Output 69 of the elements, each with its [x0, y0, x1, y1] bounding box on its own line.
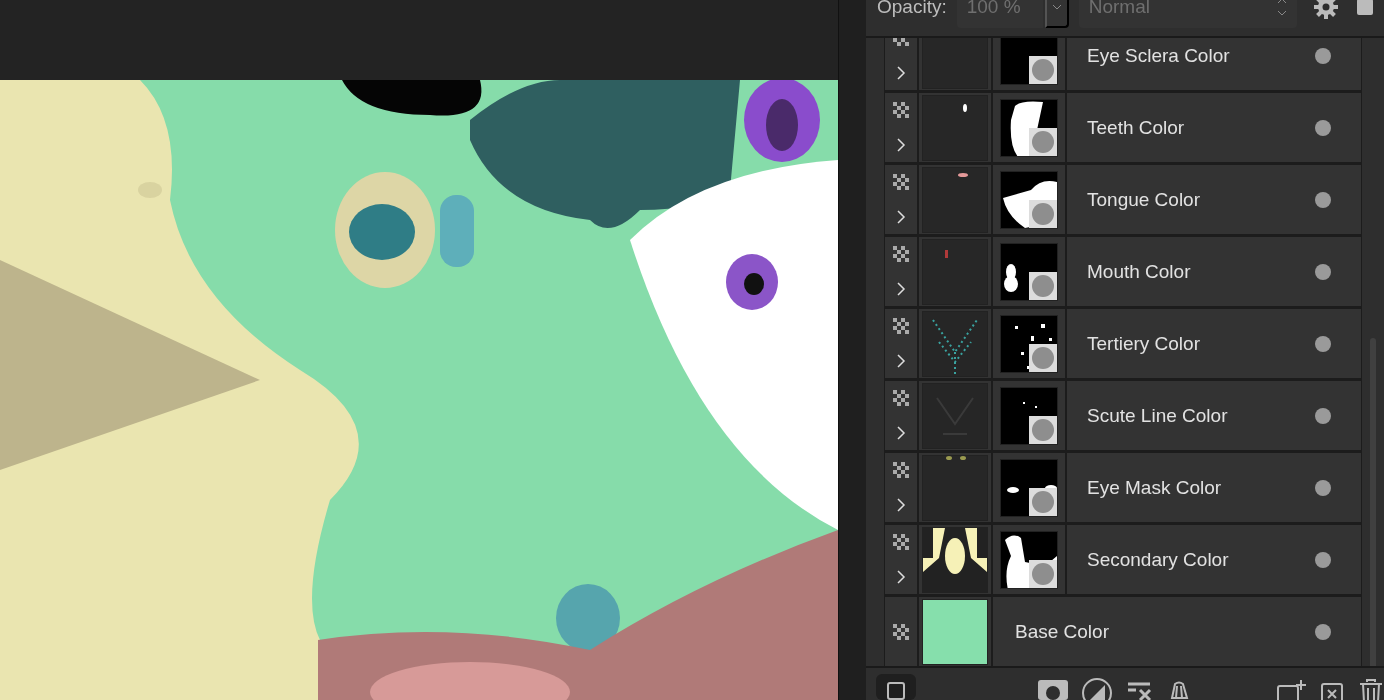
trash-icon	[1358, 678, 1384, 700]
checker-icon	[893, 318, 909, 335]
mask-thumbnail	[1000, 242, 1058, 301]
layer-name: Scute Line Color	[1087, 404, 1228, 427]
checker-icon	[893, 102, 909, 119]
layer-row[interactable]: Eye Mask Color	[884, 452, 1362, 524]
visibility-dot[interactable]	[1315, 47, 1331, 64]
checker-icon	[893, 246, 909, 263]
layer-thumbnail	[922, 94, 988, 161]
mask-thumbnail	[1000, 458, 1058, 517]
mask-thumbnail	[1000, 98, 1058, 157]
layer-row[interactable]: Mouth Color	[884, 236, 1362, 308]
layers-icon	[886, 682, 905, 700]
layer-name: Secondary Color	[1087, 548, 1229, 571]
chevron-right-icon[interactable]	[896, 280, 906, 297]
chevron-right-icon[interactable]	[896, 424, 906, 441]
layer-thumbnail	[922, 166, 988, 233]
layer-thumbnail	[922, 382, 988, 449]
layer-name: Tongue Color	[1087, 188, 1201, 211]
visibility-dot[interactable]	[1315, 191, 1331, 208]
visibility-dot[interactable]	[1315, 407, 1331, 424]
opacity-label: Opacity:	[877, 0, 947, 18]
settings-icon[interactable]	[1312, 0, 1339, 20]
layer-thumbnail	[922, 526, 988, 593]
mask-thumbnail	[1000, 530, 1058, 589]
layer-name: Tertiery Color	[1087, 332, 1200, 355]
visibility-dot[interactable]	[1315, 623, 1331, 640]
checker-icon	[893, 174, 909, 191]
visibility-dot[interactable]	[1315, 551, 1331, 568]
mask-button[interactable]	[1037, 680, 1068, 700]
chevron-right-icon[interactable]	[896, 64, 906, 81]
checker-icon	[893, 534, 909, 551]
checker-icon	[893, 623, 909, 640]
mask-thumbnail	[1000, 170, 1058, 229]
layer-name: Base Color	[1015, 620, 1109, 643]
visibility-dot[interactable]	[1315, 119, 1331, 136]
checker-icon	[893, 462, 909, 479]
layer-thumbnail	[922, 238, 988, 305]
visibility-dot[interactable]	[1315, 335, 1331, 352]
chevron-down-icon	[1051, 4, 1062, 10]
layer-row[interactable]: Tertiery Color	[884, 308, 1362, 380]
delete-button[interactable]	[1358, 678, 1384, 700]
layer-row[interactable]: Secondary Color	[884, 524, 1362, 596]
layer-name: Teeth Color	[1087, 116, 1185, 139]
layer-name: Mouth Color	[1087, 260, 1191, 283]
visibility-dot[interactable]	[1315, 479, 1331, 496]
visibility-dot[interactable]	[1315, 263, 1331, 280]
chevron-right-icon[interactable]	[896, 136, 906, 153]
mask-thumbnail	[1000, 386, 1058, 445]
layer-row[interactable]: Base Color	[884, 596, 1362, 666]
checker-icon	[893, 390, 909, 407]
layer-row[interactable]: Tongue Color	[884, 164, 1362, 236]
chevron-right-icon[interactable]	[896, 352, 906, 369]
adjustment-button[interactable]	[1081, 678, 1112, 700]
stepper-icon	[1276, 0, 1287, 17]
add-layer-icon	[1276, 678, 1306, 700]
chevron-right-icon[interactable]	[896, 496, 906, 513]
mask-thumbnail	[1000, 314, 1058, 373]
panel-toggle-button[interactable]	[876, 674, 916, 700]
chevron-right-icon[interactable]	[896, 208, 906, 225]
chevron-right-icon[interactable]	[896, 568, 906, 585]
add-layer-button[interactable]	[1276, 678, 1306, 700]
layer-thumbnail	[922, 310, 988, 377]
layer-row[interactable]: Scute Line Color	[884, 380, 1362, 452]
layer-name: Eye Mask Color	[1087, 476, 1222, 499]
layer-name: Eye Sclera Color	[1087, 44, 1230, 67]
layer-row[interactable]: Eye Sclera Color	[884, 38, 1362, 92]
layer-row[interactable]: Teeth Color	[884, 92, 1362, 164]
layer-thumbnail	[922, 454, 988, 521]
